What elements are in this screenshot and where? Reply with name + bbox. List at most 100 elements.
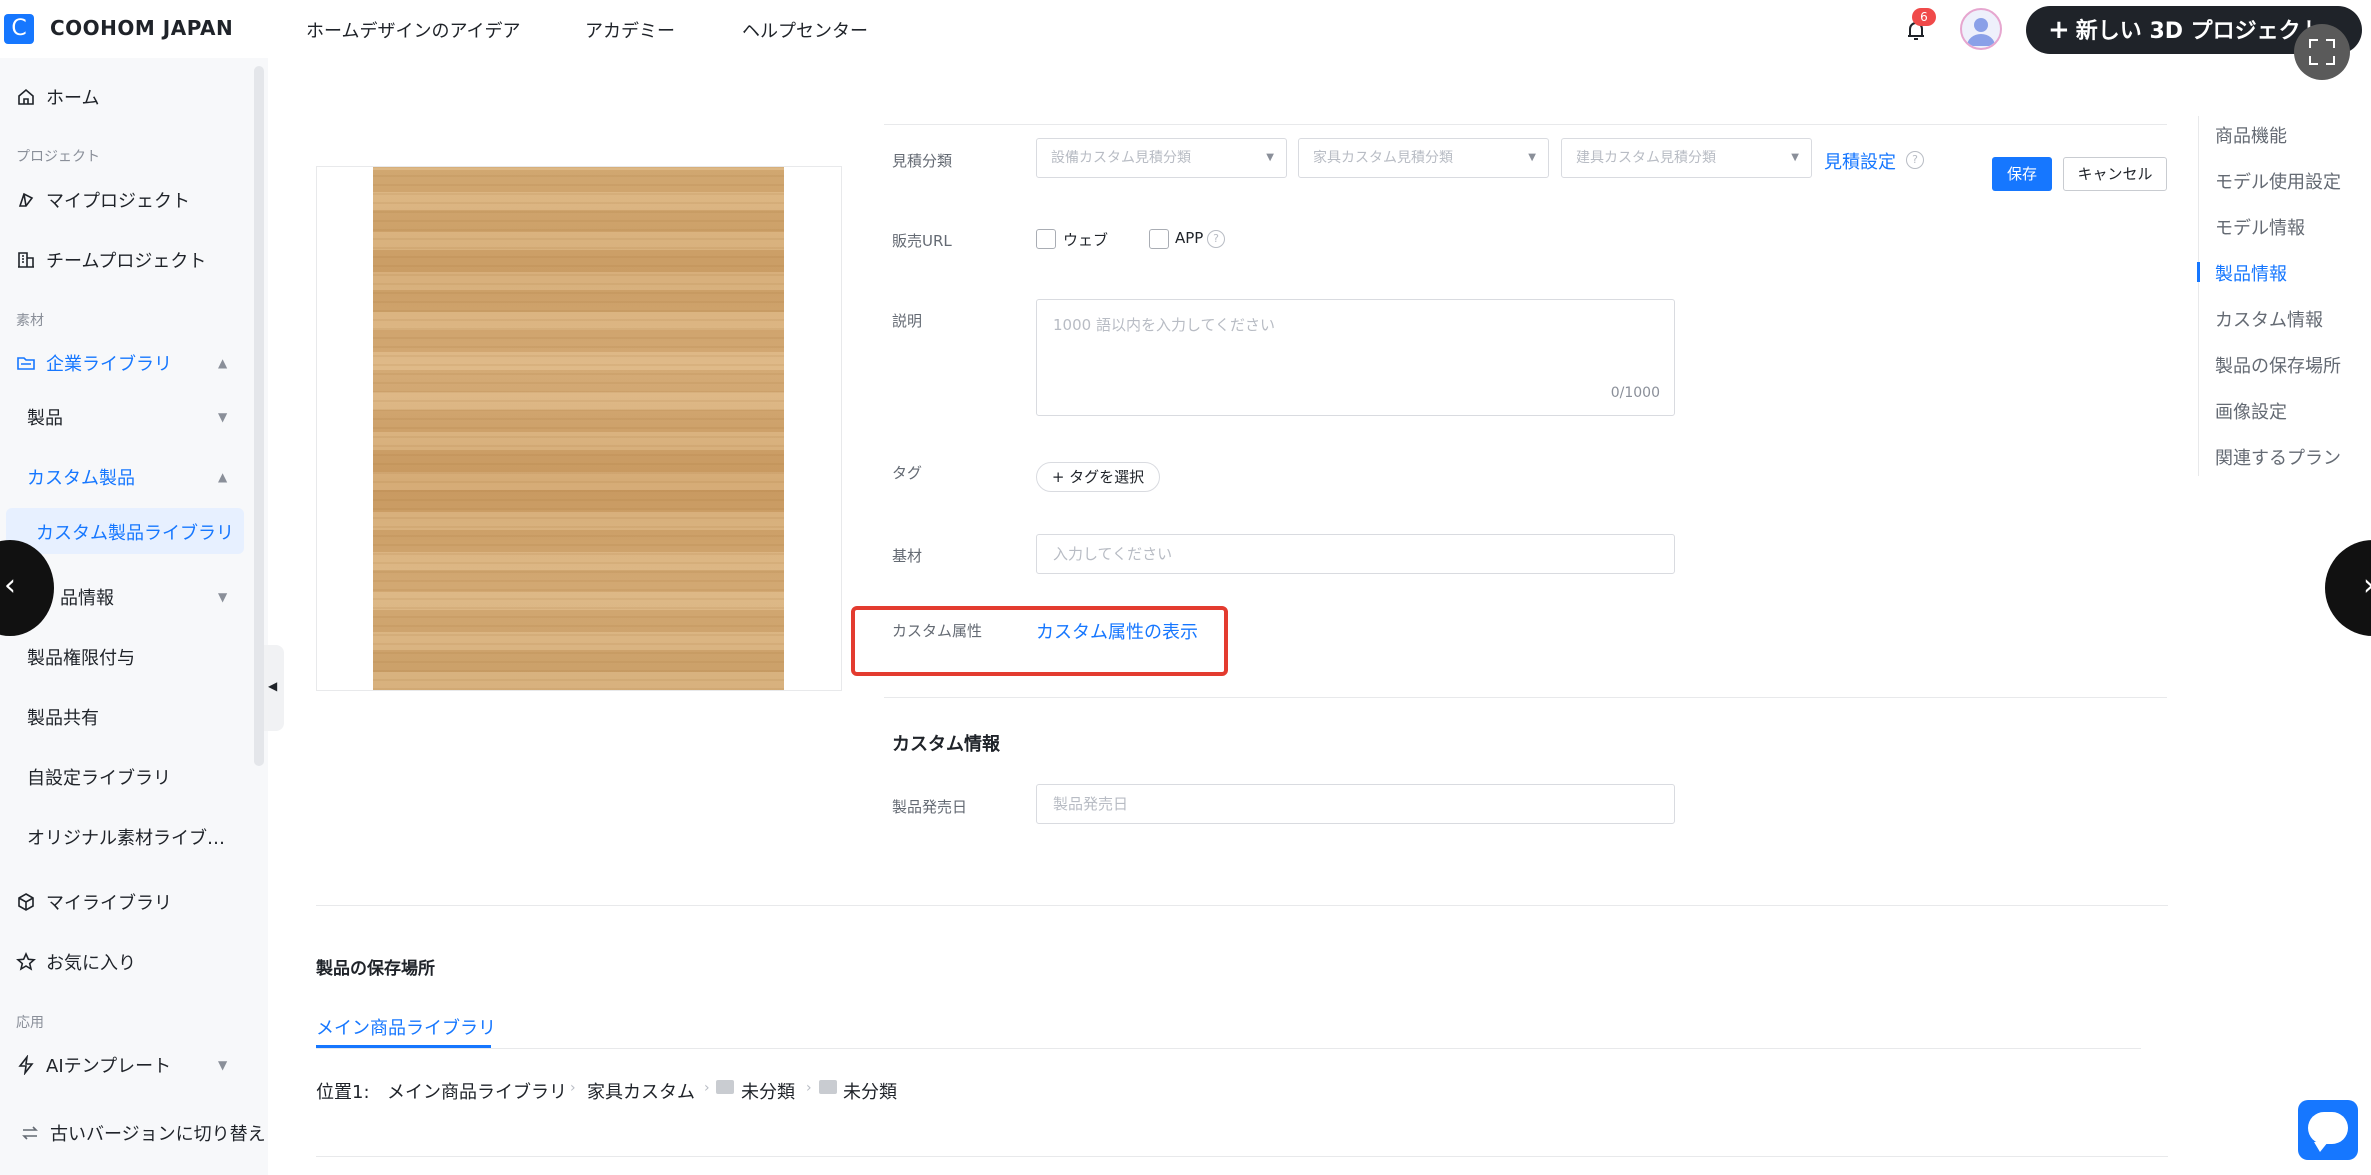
sidebar-item-favorites[interactable]: お気に入り [16,949,136,975]
brand-name[interactable]: COOHOM JAPAN [50,16,233,40]
tab-main-product-library[interactable]: メイン商品ライブラリ [316,1014,496,1040]
sidebar-collapse-toggle[interactable]: ◀ [264,645,284,731]
web-checkbox-label: ウェブ [1063,231,1109,249]
nav-academy[interactable]: アカデミー [585,17,675,43]
sidebar-item-custom-library[interactable]: 自設定ライブラリ [27,764,171,790]
anchor-custom-info[interactable]: カスタム情報 [2215,306,2323,332]
sidebar-item-ai-template[interactable]: AIテンプレート [16,1052,171,1078]
anchor-model-info[interactable]: モデル情報 [2215,214,2305,240]
sidebar-home-label: ホーム [46,88,100,109]
path-item[interactable]: 未分類 [843,1078,897,1104]
folder-icon [819,1080,837,1094]
fixture-estimate-value: 建具カスタム見積分類 [1576,150,1716,166]
furniture-estimate-select[interactable]: 家具カスタム見積分類 ▼ [1298,138,1549,178]
release-date-input[interactable]: 製品発売日 [1036,784,1675,824]
help-icon[interactable]: ? [1207,230,1225,248]
chat-support-button[interactable] [2298,1100,2358,1160]
chevron-down-icon[interactable]: ▼ [218,410,227,424]
description-placeholder: 1000 語以内を入力してください [1053,316,1276,334]
folder-icon [17,357,35,370]
divider [316,1156,2168,1157]
nav-home-design-ideas[interactable]: ホームデザインのアイデア [306,17,521,43]
path-item[interactable]: 未分類 [741,1078,795,1104]
sidebar-item-product-share[interactable]: 製品共有 [27,704,99,730]
star-icon [16,952,36,971]
sidebar-item-custom-product-library[interactable]: カスタム製品ライブラリ [36,519,234,545]
save-button[interactable]: 保存 [1992,157,2052,191]
expand-icon [2309,39,2335,65]
divider [884,697,2167,698]
select-tag-button[interactable]: + タグを選択 [1036,462,1160,492]
caret-down-icon: ▼ [1528,152,1536,163]
app-checkbox[interactable] [1149,229,1169,249]
description-textarea[interactable]: 1000 語以内を入力してください 0/1000 [1036,299,1675,416]
sidebar-item-my-project[interactable]: マイプロジェクト [16,187,190,213]
estimate-settings-link[interactable]: 見積設定 [1824,148,1896,174]
anchor-product-function[interactable]: 商品機能 [2215,122,2287,148]
compass-icon [18,192,34,207]
nav-help-center[interactable]: ヘルプセンター [742,17,868,43]
chat-bubble-icon [2308,1112,2348,1152]
anchor-related-plans[interactable]: 関連するプラン [2215,444,2341,470]
path-item[interactable]: メイン商品ライブラリ [387,1078,567,1104]
equipment-estimate-value: 設備カスタム見積分類 [1051,150,1191,166]
sidebar-item-team-project[interactable]: チームプロジェクト [16,247,206,273]
cancel-button[interactable]: キャンセル [2063,157,2167,191]
anchor-product-info[interactable]: 製品情報 [2215,260,2287,286]
chevron-up-icon[interactable]: ▲ [218,470,227,484]
chevron-left-icon: ‹ [4,568,16,603]
chevron-right-icon: › [2363,568,2371,603]
sales-url-label: 販売URL [892,232,952,250]
caret-left-icon: ◀ [268,679,278,693]
estimate-label: 見積分類 [892,152,953,170]
sidebar-my-library-label: マイライブラリ [46,893,172,914]
caret-down-icon: ▼ [1266,152,1274,163]
sidebar-scrollbar[interactable] [254,66,264,766]
sidebar-item-enterprise-library[interactable]: 企業ライブラリ [16,350,172,376]
sidebar-item-home[interactable]: ホーム [16,84,99,110]
wood-texture-image[interactable] [373,167,784,690]
base-material-input[interactable]: 入力してください [1036,534,1675,574]
sidebar-item-original-material[interactable]: オリジナル素材ライブ… [27,824,225,850]
tab-divider [316,1048,2141,1049]
next-button[interactable]: › [2325,540,2371,636]
web-checkbox[interactable] [1036,229,1056,249]
divider [884,124,2167,125]
select-tag-label: タグを選択 [1069,468,1145,486]
anchor-image-settings[interactable]: 画像設定 [2215,398,2287,424]
logo-icon[interactable]: C [4,14,34,44]
sidebar-item-my-library[interactable]: マイライブラリ [16,889,172,915]
sidebar-item-products[interactable]: 製品 [27,404,63,430]
chevron-right-icon: › [806,1080,812,1096]
top-bar: C COOHOM JAPAN ホームデザインのアイデア アカデミー ヘルプセンタ… [0,0,2371,80]
path-item[interactable]: 家具カスタム [587,1078,695,1104]
anchor-storage-location[interactable]: 製品の保存場所 [2215,352,2341,378]
anchor-model-usage-settings[interactable]: モデル使用設定 [2215,168,2341,194]
chevron-up-icon[interactable]: ▲ [218,356,227,370]
chevron-down-icon[interactable]: ▼ [218,590,227,604]
sidebar-item-switch-old-version[interactable]: 古いバージョンに切り替え [20,1120,266,1146]
sidebar-switch-old-label: 古いバージョンに切り替え [50,1124,266,1145]
plus-icon: + [1051,468,1070,486]
fullscreen-icon[interactable] [2294,24,2350,80]
cube-icon [18,893,34,911]
furniture-estimate-value: 家具カスタム見積分類 [1313,150,1453,166]
equipment-estimate-select[interactable]: 設備カスタム見積分類 ▼ [1036,138,1287,178]
fixture-estimate-select[interactable]: 建具カスタム見積分類 ▼ [1561,138,1812,178]
description-label: 説明 [892,312,923,330]
sidebar-item-custom-products[interactable]: カスタム製品 [27,464,135,490]
sidebar-favorites-label: お気に入り [46,953,136,974]
sidebar-item-product-permission[interactable]: 製品権限付与 [27,644,135,670]
chevron-down-icon[interactable]: ▼ [218,1058,227,1072]
custom-info-title: カスタム情報 [892,734,1000,755]
anchor-track [2198,116,2199,476]
highlight-box [851,606,1228,676]
notification-badge: 6 [1912,8,1936,26]
caret-down-icon: ▼ [1791,152,1799,163]
avatar[interactable] [1960,8,2002,50]
user-avatar-icon [1967,18,1995,46]
sidebar-item-product-info[interactable]: 品情報 [60,584,114,610]
sidebar-ai-template-label: AIテンプレート [46,1056,172,1077]
help-icon[interactable]: ? [1906,151,1924,169]
new-project-label: 新しい 3D プロジェクト [2075,19,2323,44]
